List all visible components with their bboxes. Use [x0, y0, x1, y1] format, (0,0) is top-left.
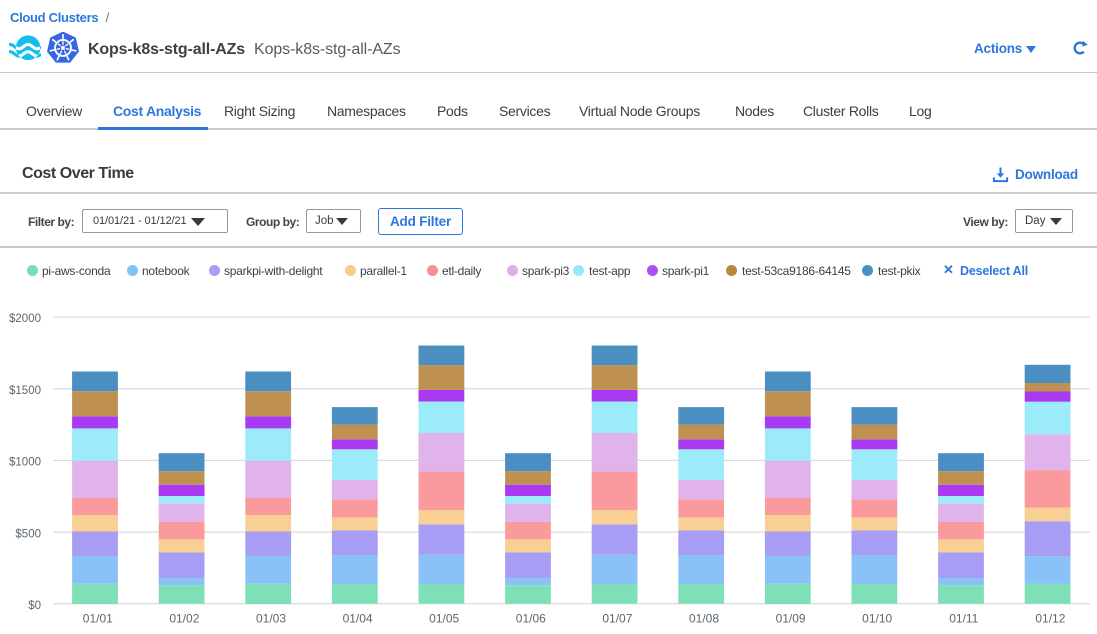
svg-text:$500: $500 — [15, 528, 41, 540]
svg-text:01/03: 01/03 — [256, 611, 286, 625]
svg-text:01/09: 01/09 — [776, 611, 806, 625]
svg-text:$1000: $1000 — [9, 457, 41, 469]
svg-text:$0: $0 — [28, 600, 41, 612]
svg-text:01/04: 01/04 — [343, 611, 373, 625]
svg-text:$2000: $2000 — [9, 313, 41, 325]
svg-text:01/06: 01/06 — [516, 611, 546, 625]
svg-text:01/10: 01/10 — [862, 611, 892, 625]
svg-text:01/12: 01/12 — [1035, 611, 1065, 625]
svg-text:01/08: 01/08 — [689, 611, 719, 625]
svg-text:01/01: 01/01 — [83, 611, 113, 625]
svg-text:01/07: 01/07 — [602, 611, 632, 625]
svg-text:01/05: 01/05 — [429, 611, 459, 625]
svg-text:$1500: $1500 — [9, 385, 41, 397]
svg-text:01/11: 01/11 — [949, 611, 978, 625]
svg-text:01/02: 01/02 — [169, 611, 199, 625]
